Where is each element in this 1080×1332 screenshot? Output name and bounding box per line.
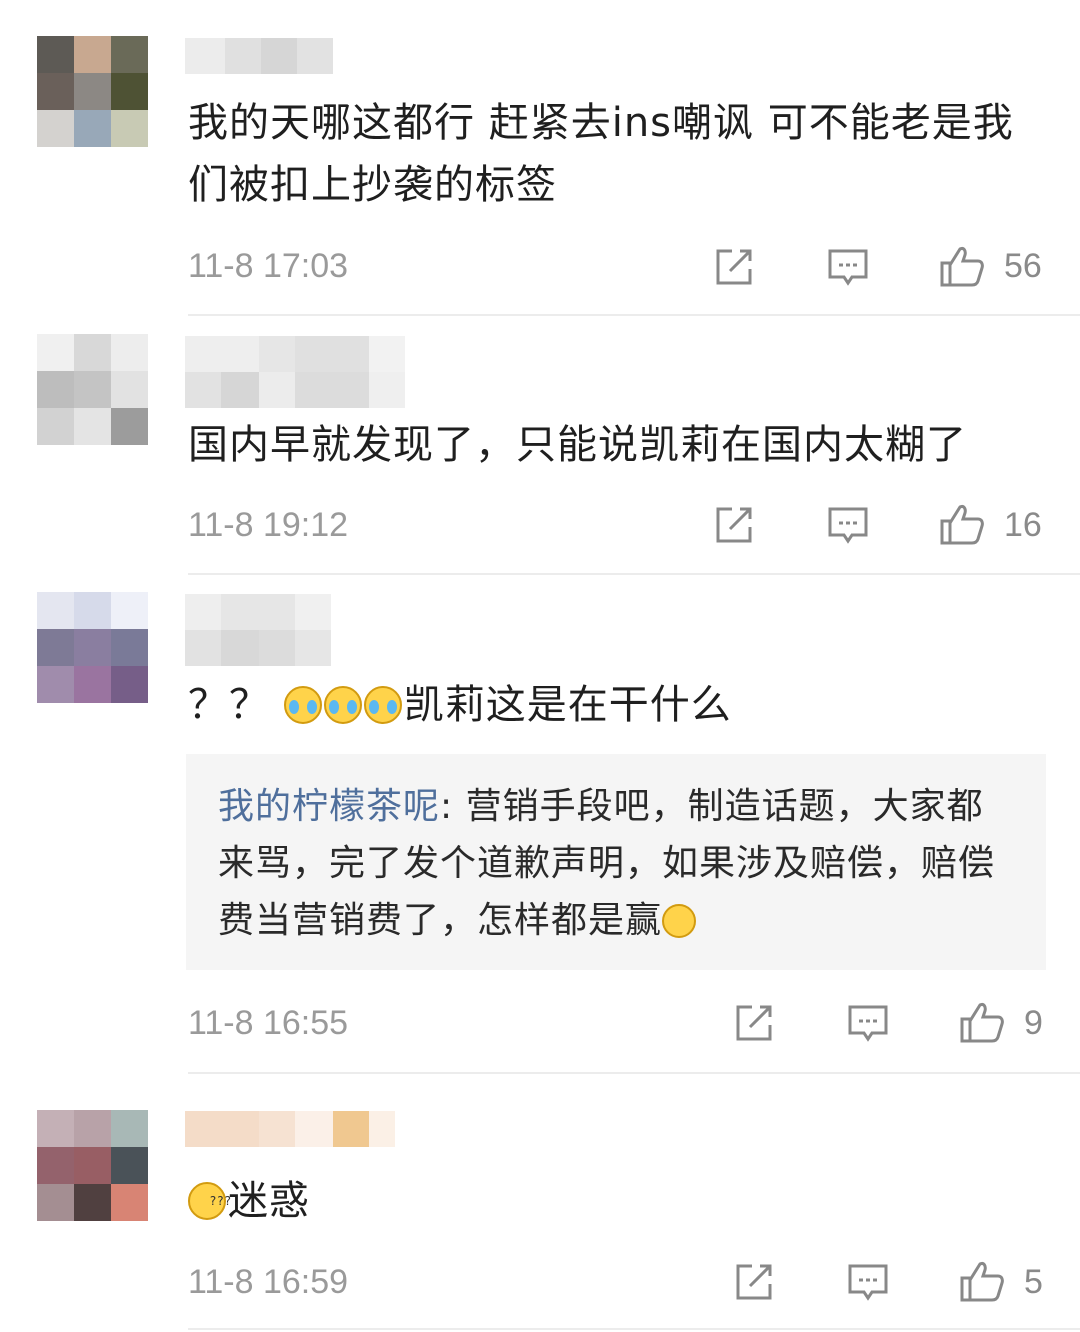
like-count: 16 (1004, 506, 1042, 544)
comment-text: 我的天哪这都行 赶紧去ins嘲讽 可不能老是我们被扣上抄袭的标签 (188, 100, 1014, 208)
avatar[interactable] (37, 334, 148, 445)
reply-author[interactable]: 我的柠檬茶呢 (218, 786, 440, 827)
share-icon[interactable] (712, 503, 756, 547)
username-blurred-2 (185, 372, 405, 408)
comment-text: 国内早就发现了，只能说凯莉在国内太糊了 (188, 422, 967, 468)
cry-laugh-icon (323, 686, 362, 724)
cry-laugh-icon (283, 686, 322, 724)
timestamp: 11-8 19:12 (188, 506, 349, 544)
like-icon[interactable] (958, 1258, 1006, 1304)
comment-icon[interactable] (826, 503, 870, 547)
comment-icon[interactable] (846, 1001, 890, 1045)
timestamp: 11-8 17:03 (188, 247, 349, 285)
timestamp: 11-8 16:55 (188, 1004, 349, 1042)
comment-icon[interactable] (846, 1260, 890, 1304)
like-count: 9 (1024, 1004, 1043, 1042)
username-blurred[interactable] (185, 336, 405, 372)
comment-text-prefix: ？？ (188, 682, 270, 728)
divider (188, 573, 1080, 575)
like-count: 5 (1024, 1263, 1043, 1301)
username-blurred[interactable] (185, 594, 331, 630)
username-blurred[interactable] (185, 38, 333, 74)
divider (188, 1328, 1080, 1330)
username-blurred[interactable] (185, 1111, 395, 1147)
share-icon[interactable] (732, 1001, 776, 1045)
avatar[interactable] (37, 1110, 148, 1221)
comment-text: 迷惑 (188, 1170, 1048, 1232)
avatar[interactable] (37, 36, 148, 147)
like-icon[interactable] (938, 243, 986, 289)
like-icon[interactable] (958, 999, 1006, 1045)
shrug-icon (662, 904, 697, 938)
cry-laugh-icon (363, 686, 402, 724)
comment-icon[interactable] (826, 245, 870, 289)
share-icon[interactable] (732, 1260, 776, 1304)
comment-text-body: 迷惑 (228, 1178, 310, 1224)
comment-text: ？？ 凯莉这是在干什么 (188, 674, 1048, 736)
avatar[interactable] (37, 592, 148, 703)
like-count: 56 (1004, 247, 1042, 285)
share-icon[interactable] (712, 245, 756, 289)
confused-icon (188, 1170, 232, 1232)
comment-text-suffix: 凯莉这是在干什么 (403, 682, 732, 728)
username-blurred-2 (185, 630, 331, 666)
divider (188, 1072, 1080, 1074)
divider (188, 314, 1080, 316)
reply-box[interactable]: 我的柠檬茶呢: 营销手段吧，制造话题，大家都来骂，完了发个道歉声明，如果涉及赔偿… (186, 754, 1046, 970)
like-icon[interactable] (938, 501, 986, 547)
timestamp: 11-8 16:59 (188, 1263, 349, 1301)
